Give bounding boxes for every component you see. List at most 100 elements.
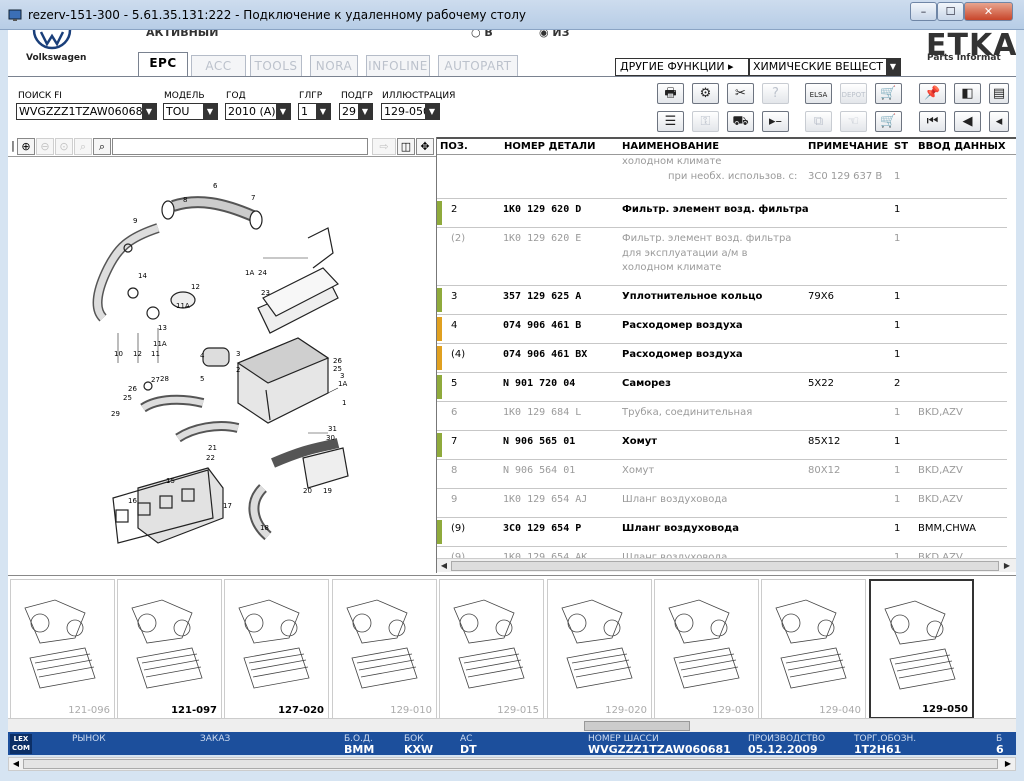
illustration-search-field[interactable] <box>112 138 368 155</box>
illustration-thumbnail[interactable]: 127-020 <box>224 579 329 719</box>
illustration-thumbnail[interactable]: 129-020 <box>547 579 652 719</box>
chevron-down-icon[interactable]: ▼ <box>276 104 290 119</box>
parts-illustration[interactable]: 9678 14 12 11A 13 11A 10 12 11 1A 24 23 3245 26… <box>8 158 436 573</box>
other-functions-select[interactable]: ХИМИЧЕСКИЕ ВЕЩЕСТ ▼ <box>749 58 901 76</box>
thumbnail-scrollbar[interactable] <box>8 718 1016 732</box>
illustration-thumbnail[interactable]: 129-015 <box>439 579 544 719</box>
exploded-diagram[interactable]: 9678 141211A 1311A 10 12 11 1A 2423 3245 26… <box>8 158 436 573</box>
first-button[interactable]: ⏮ <box>919 111 946 132</box>
depot-button[interactable]: DEPOT <box>840 83 867 104</box>
scroll-left-icon[interactable]: ◀ <box>438 560 450 572</box>
print-button[interactable]: 🖶 <box>657 83 684 104</box>
col-st[interactable]: ST <box>894 141 908 152</box>
arrow-right-icon[interactable]: ⇨ <box>372 138 396 155</box>
chevron-down-icon[interactable]: ▼ <box>358 104 372 119</box>
pin-button[interactable]: 📌 <box>919 83 946 104</box>
tab-tools[interactable]: TOOLS <box>250 55 302 76</box>
scroll-right-icon[interactable]: ▶ <box>1002 758 1014 770</box>
illustration-thumbnail[interactable]: 129-010 <box>332 579 437 719</box>
parts-wheel-button[interactable]: ⚙ <box>692 83 719 104</box>
chevron-down-icon[interactable]: ▼ <box>425 104 439 119</box>
table-row[interactable]: (9) 1K0 129 654 AK Шланг воздуховода 1 BKD,A… <box>437 547 1007 558</box>
vin-value: WVGZZZ1TZAW060681 <box>588 743 731 755</box>
tab-nora[interactable]: NORA <box>310 55 358 76</box>
scroll-thumb[interactable] <box>451 561 999 571</box>
table-row[interactable]: (2) 1K0 129 620 E Фильтр. элемент возд. фи… <box>437 228 1007 286</box>
key-button[interactable]: ⚿ <box>692 111 719 132</box>
chevron-down-icon[interactable]: ▼ <box>886 59 900 75</box>
chevron-down-icon[interactable]: ▼ <box>316 104 330 119</box>
table-row[interactable]: 2 1K0 129 620 D Фильтр. элемент возд. филь… <box>437 199 1007 228</box>
prev-button[interactable]: ◀ <box>954 111 981 132</box>
illustration-thumbnail[interactable]: 129-050 <box>869 579 974 719</box>
table-row[interactable]: 5 N 901 720 04 Саморез 5X22 2 <box>437 373 1007 402</box>
col-model[interactable]: ВВОД ДАННЫХ <box>918 141 1006 152</box>
resize-icon[interactable]: ✥ <box>416 138 434 155</box>
tools-button[interactable]: ✂ <box>727 83 754 104</box>
table-row[interactable]: (4) 074 906 461 BX Расходомер воздуха 1 <box>437 344 1007 373</box>
engine-code: BMM <box>344 743 375 755</box>
maximize-button[interactable]: ☐ <box>937 2 964 21</box>
year-select[interactable]: 2010 (A) ▼ <box>225 103 291 120</box>
chevron-down-icon[interactable]: ▼ <box>142 104 156 119</box>
search-select[interactable]: WVGZZZ1TZAW06068 ▼ <box>16 103 157 120</box>
radio-out[interactable]: ◉ ИЗ <box>539 30 569 39</box>
table-row[interactable]: 7 N 906 565 01 Хомут 85X12 1 <box>437 431 1007 460</box>
col-pos[interactable]: ПОЗ. <box>440 141 468 152</box>
col-note[interactable]: ПРИМЕЧАНИЕ <box>808 141 888 152</box>
close-button[interactable]: ✕ <box>964 2 1013 21</box>
window-horizontal-scrollbar[interactable]: ◀ ▶ <box>8 757 1016 771</box>
table-row[interactable]: 3 357 129 625 A Уплотнительное кольцо 79X6 1 <box>437 286 1007 315</box>
zoom-out-icon[interactable]: ⊖ <box>36 138 54 155</box>
tab-autopart[interactable]: AUTOPART <box>438 55 518 76</box>
book-back-button[interactable]: ◧ <box>954 83 981 104</box>
play-minus-button[interactable]: ▸– <box>762 111 789 132</box>
hand-button[interactable]: ☜ <box>840 111 867 132</box>
illustration-select[interactable]: 129-050 ▼ <box>381 103 440 120</box>
car-button[interactable]: ⛟ <box>727 111 754 132</box>
status-active: АКТИВНЫЙ <box>146 30 219 39</box>
book-button[interactable]: ▤ <box>989 83 1009 104</box>
model-select[interactable]: TOU ▼ <box>163 103 218 120</box>
table-row[interactable]: холодном климате при необх. использов. с:… <box>437 156 1007 199</box>
zoom-in-icon[interactable]: ⊕ <box>17 138 35 155</box>
illustration-thumbnail[interactable]: 129-040 <box>761 579 866 719</box>
cell-st: 1 <box>894 494 901 505</box>
table-row[interactable]: 8 N 906 564 01 Хомут 80X12 1 BKD,AZV <box>437 460 1007 489</box>
tab-acc[interactable]: ACC <box>191 55 246 76</box>
scroll-thumb[interactable] <box>23 759 998 769</box>
magnifier-icon[interactable]: ⌕ <box>93 138 111 155</box>
illustration-thumbnail[interactable]: 129-030 <box>654 579 759 719</box>
next-button[interactable]: ◂ <box>989 111 1009 132</box>
sub-group-select[interactable]: 29 ▼ <box>339 103 373 120</box>
col-name[interactable]: НАИМЕНОВАНИЕ <box>622 141 719 152</box>
scroll-left-icon[interactable]: ◀ <box>10 758 22 770</box>
split-view-icon[interactable]: ◫ <box>397 138 415 155</box>
tab-infoline[interactable]: INFOLINE <box>366 55 430 76</box>
table-row[interactable]: 6 1K0 129 684 L Трубка, соединительная 1 BKD… <box>437 402 1007 431</box>
table-row[interactable]: 9 1K0 129 654 AJ Шланг воздуховода 1 BKD,AZV <box>437 489 1007 518</box>
chevron-down-icon[interactable]: ▼ <box>203 104 217 119</box>
scroll-thumb[interactable] <box>584 721 690 731</box>
elsa-button[interactable]: ELSA <box>805 83 832 104</box>
other-functions-label[interactable]: ДРУГИЕ ФУНКЦИИ ▸ <box>615 58 749 76</box>
radio-in[interactable]: ○ В <box>471 30 493 39</box>
illustration-thumbnail[interactable]: 121-097 <box>117 579 222 719</box>
thumbnail-drawing <box>884 600 956 690</box>
table-horizontal-scrollbar[interactable]: ◀ ▶ <box>437 558 1016 572</box>
list-button[interactable]: ☰ <box>657 111 684 132</box>
col-part-number[interactable]: НОМЕР ДЕТАЛИ <box>504 141 595 152</box>
zoom-fit-icon[interactable]: ⊙ <box>55 138 73 155</box>
help-button[interactable]: ? <box>762 83 789 104</box>
minimize-button[interactable]: – <box>910 2 937 21</box>
cart-in-button[interactable]: 🛒 <box>875 83 902 104</box>
main-group-select[interactable]: 1 ▼ <box>298 103 331 120</box>
zoom-area-icon[interactable]: ⌕ <box>74 138 92 155</box>
table-row[interactable]: (9) 3C0 129 654 P Шланг воздуховода 1 BMM,CH… <box>437 518 1007 547</box>
illustration-thumbnail[interactable]: 121-096 <box>10 579 115 719</box>
cart-button[interactable]: 🛒 <box>875 111 902 132</box>
table-row[interactable]: 4 074 906 461 B Расходомер воздуха 1 <box>437 315 1007 344</box>
tab-epc[interactable]: EPC <box>138 52 188 77</box>
copy-button[interactable]: ⧉ <box>805 111 832 132</box>
scroll-right-icon[interactable]: ▶ <box>1001 560 1013 572</box>
